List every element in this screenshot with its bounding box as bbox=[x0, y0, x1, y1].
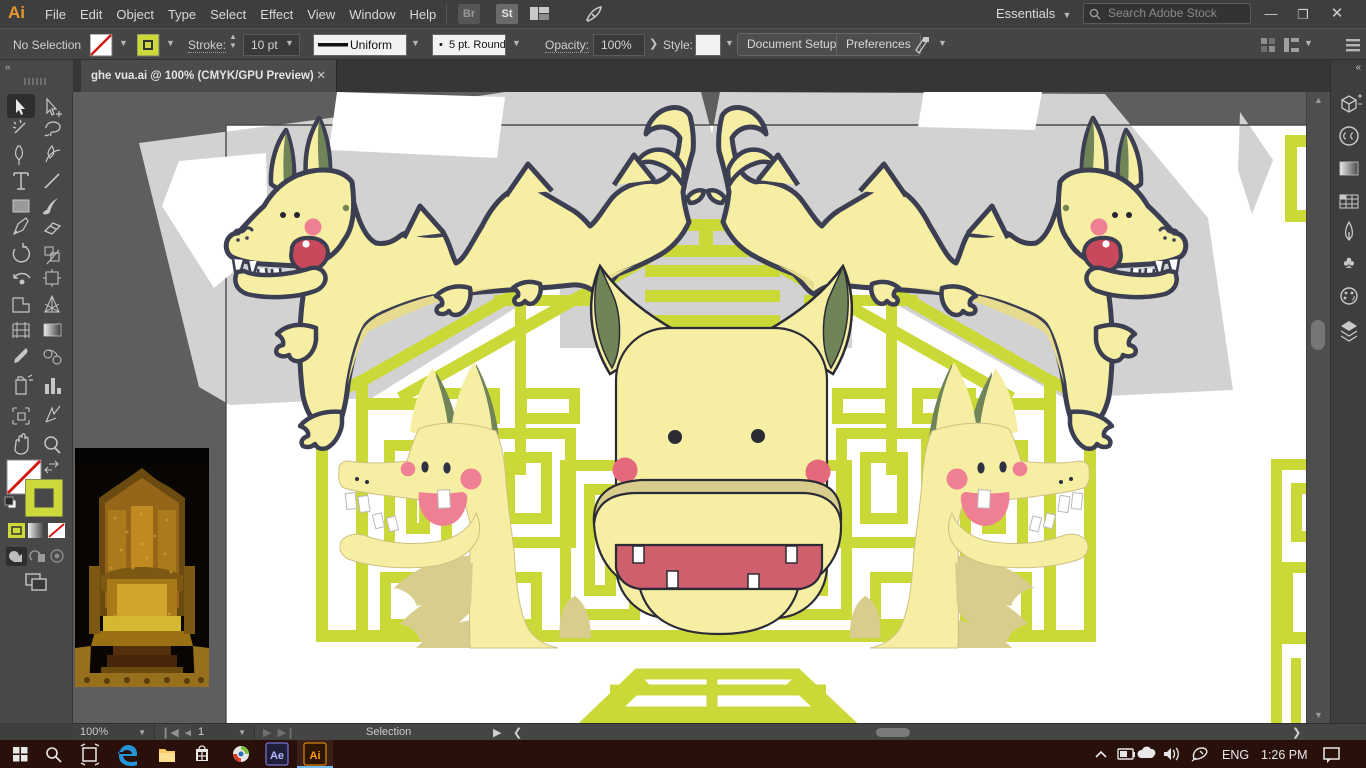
svg-text:Ai: Ai bbox=[310, 750, 321, 762]
svg-text:ENG: ENG bbox=[1222, 748, 1249, 762]
svg-text:♣: ♣ bbox=[1343, 253, 1354, 272]
svg-text:1:26 PM: 1:26 PM bbox=[1261, 748, 1308, 762]
svg-text:Ae: Ae bbox=[270, 750, 284, 762]
